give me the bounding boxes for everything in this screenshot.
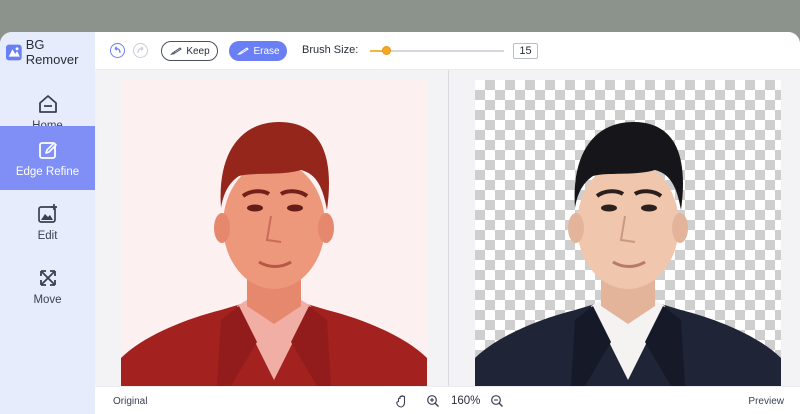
original-label: Original: [113, 396, 148, 407]
zoom-out-icon[interactable]: [490, 394, 504, 408]
redo-button[interactable]: [133, 43, 148, 58]
portrait-preview-transparent: [475, 122, 781, 386]
undo-icon: [114, 46, 121, 54]
toolbar: Keep Erase Brush Size: 15: [95, 32, 800, 70]
sidebar-item-label: Move: [33, 293, 62, 306]
home-icon: [38, 94, 57, 113]
undo-button[interactable]: [110, 43, 125, 58]
sidebar-item-label: Edge Refine: [15, 165, 80, 178]
erase-button[interactable]: Erase: [229, 41, 287, 61]
keep-button[interactable]: Keep: [161, 41, 218, 61]
brush-size-slider[interactable]: [370, 46, 504, 55]
move-arrows-icon: [39, 269, 56, 286]
hand-pan-icon[interactable]: [395, 394, 409, 408]
brand: BG Remover: [6, 37, 95, 67]
erase-label: Erase: [253, 45, 280, 57]
sidebar-item-label: Edit: [37, 229, 58, 242]
sidebar: BG Remover Home Edge Refine Edit: [0, 32, 95, 414]
keep-brush-icon: [170, 46, 183, 55]
sidebar-item-move[interactable]: Move: [0, 254, 95, 318]
keep-label: Keep: [186, 45, 210, 57]
brush-size-slider-thumb[interactable]: [382, 46, 392, 55]
redo-icon: [137, 46, 144, 54]
brush-size-label: Brush Size:: [302, 44, 359, 56]
sidebar-item-edit[interactable]: Edit: [0, 190, 95, 254]
preview-label: Preview: [748, 396, 784, 407]
preview-image: [475, 80, 781, 386]
original-image[interactable]: [121, 80, 427, 386]
status-bar: Original 160% Preview: [95, 386, 800, 414]
brush-size-input[interactable]: 15: [513, 43, 538, 59]
split-divider[interactable]: [448, 70, 449, 386]
erase-brush-icon: [237, 46, 250, 55]
zoom-in-icon[interactable]: [426, 394, 440, 408]
portrait-original-masked: [121, 80, 427, 386]
edit-square-icon: [38, 141, 57, 159]
canvas-workspace: [95, 70, 800, 386]
sidebar-item-edge-refine[interactable]: Edge Refine: [0, 126, 95, 190]
app-title: BG Remover: [25, 37, 79, 67]
image-edit-icon: [37, 203, 57, 223]
zoom-level: 160%: [451, 395, 481, 407]
app-window: BG Remover Home Edge Refine Edit: [0, 32, 800, 414]
app-logo-icon: [6, 44, 22, 60]
